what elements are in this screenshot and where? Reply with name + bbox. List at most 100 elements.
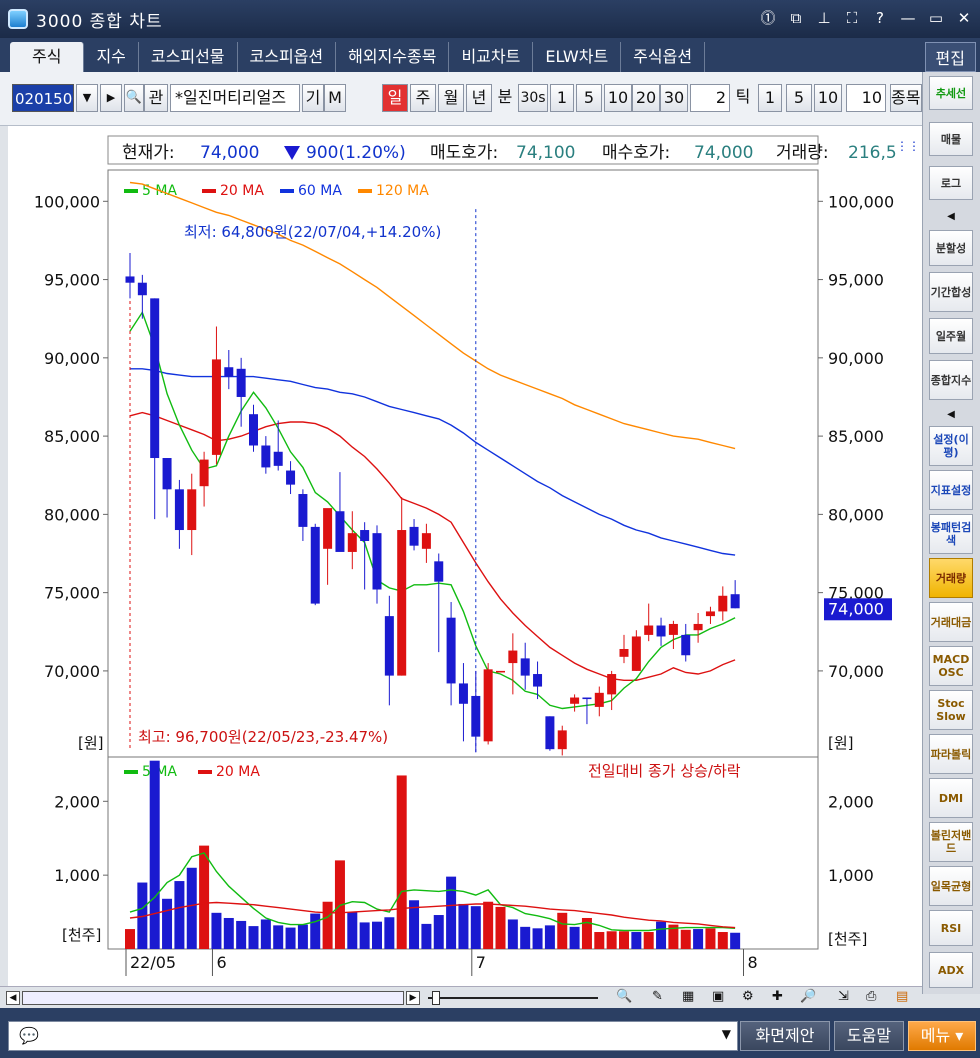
candle-body: [508, 650, 518, 664]
pattern-search-button[interactable]: 봉패턴검색: [929, 514, 973, 554]
zoom-slider-track[interactable]: [428, 997, 598, 999]
zoom-icon[interactable]: 🔍: [616, 989, 632, 1004]
period-day-button[interactable]: 일: [382, 84, 408, 112]
volume-tick-label-left: 1,000: [54, 866, 100, 885]
volume-tick-label-right: 1,000: [828, 866, 874, 885]
bollinger-button[interactable]: 볼린저밴드: [929, 822, 973, 862]
tool-grid-icon[interactable]: ▦: [682, 989, 694, 1004]
tick-1-button[interactable]: 1: [758, 84, 782, 112]
trendline-button[interactable]: 추세선: [929, 76, 973, 110]
stoc-slow-button[interactable]: Stoc Slow: [929, 690, 973, 730]
tick-10-button[interactable]: 10: [814, 84, 842, 112]
m-button[interactable]: M: [324, 84, 346, 112]
menu-button[interactable]: 메뉴 ▾: [908, 1021, 976, 1051]
minute-1-button[interactable]: 1: [550, 84, 574, 112]
zoom-slider-handle[interactable]: [432, 991, 440, 1005]
tab-kospi-futures[interactable]: 코스피선물: [139, 42, 238, 72]
candle-body: [656, 625, 666, 637]
pin-icon[interactable]: ⊥: [814, 8, 834, 28]
code-dropdown-icon[interactable]: ▼: [76, 84, 98, 112]
help-icon[interactable]: ?: [870, 8, 890, 28]
dmi-button[interactable]: DMI: [929, 778, 973, 818]
collapse-left-icon[interactable]: ◀: [929, 208, 973, 224]
tool-print-icon[interactable]: ⎙: [866, 989, 876, 1004]
scroll-thumb[interactable]: [22, 991, 404, 1005]
tool-export-icon[interactable]: ⇲: [838, 989, 849, 1004]
gi-button[interactable]: 기: [302, 84, 324, 112]
candle-body: [347, 533, 357, 552]
split-button[interactable]: 분할성: [929, 230, 973, 266]
search-icon[interactable]: 🔍: [124, 84, 144, 112]
parabolic-button[interactable]: 파라볼릭: [929, 734, 973, 774]
day-week-month-button[interactable]: 일주월: [929, 318, 973, 354]
trade-value-button[interactable]: 거래대금: [929, 602, 973, 642]
minute-10-button[interactable]: 10: [604, 84, 632, 112]
copy-screen-icon[interactable]: ⧉: [786, 8, 806, 28]
candle-body: [360, 530, 370, 541]
log-button[interactable]: 로그: [929, 166, 973, 200]
minute-20-button[interactable]: 20: [632, 84, 660, 112]
tool-image-icon[interactable]: ▣: [712, 989, 724, 1004]
tab-stock-options[interactable]: 주식옵션: [621, 42, 706, 72]
tab-index[interactable]: 지수: [84, 42, 139, 72]
tab-kospi-options[interactable]: 코스피옵션: [238, 42, 337, 72]
tick-5-button[interactable]: 5: [786, 84, 812, 112]
minute-value-input[interactable]: 2: [690, 84, 730, 112]
adx-button[interactable]: ADX: [929, 952, 973, 988]
period-year-button[interactable]: 년: [466, 84, 492, 112]
period-merge-button[interactable]: 기간합성: [929, 272, 973, 312]
tool-settings-icon[interactable]: ⚙: [742, 989, 754, 1004]
period-month-button[interactable]: 월: [438, 84, 464, 112]
period-week-button[interactable]: 주: [410, 84, 436, 112]
message-dropdown-icon[interactable]: ▼: [722, 1027, 731, 1041]
tool-edit-icon[interactable]: ✎: [652, 989, 663, 1004]
help-button[interactable]: 도움말: [834, 1021, 904, 1051]
minute-5-button[interactable]: 5: [576, 84, 602, 112]
sales-volume-button[interactable]: 매물: [929, 122, 973, 156]
screen-number-icon[interactable]: ⓵: [758, 8, 778, 28]
minute-30s-button[interactable]: 30s: [518, 84, 548, 112]
tab-stock[interactable]: 주식: [10, 42, 85, 72]
message-input[interactable]: 💬 ▼: [8, 1021, 738, 1051]
stock-name-field[interactable]: *일진머티리얼즈: [170, 84, 300, 112]
minimize-icon[interactable]: —: [898, 8, 918, 28]
close-icon[interactable]: ✕: [954, 8, 974, 28]
maximize-icon[interactable]: ▭: [926, 8, 946, 28]
stock-code-input[interactable]: 020150: [12, 84, 74, 112]
candle-body: [421, 533, 431, 549]
expand-info-icon[interactable]: ⋮⋮: [896, 139, 920, 153]
tool-crosshair-icon[interactable]: ✚: [772, 989, 783, 1004]
volume-indicator-button[interactable]: 거래량: [929, 558, 973, 598]
tab-compare-chart[interactable]: 비교차트: [449, 42, 534, 72]
screen-suggest-button[interactable]: 화면제안: [740, 1021, 830, 1051]
interest-button[interactable]: 관: [144, 84, 168, 112]
indicator-settings-button[interactable]: 지표설정: [929, 470, 973, 510]
volume-bar: [446, 876, 457, 949]
next-code-icon[interactable]: ▶: [100, 84, 122, 112]
scroll-left-icon[interactable]: ◀: [6, 991, 20, 1005]
candle-body: [397, 530, 407, 676]
volume-bar: [310, 913, 321, 949]
edit-button[interactable]: 편집: [924, 42, 976, 72]
rsi-button[interactable]: RSI: [929, 910, 973, 946]
tab-bar: 주식 지수 코스피선물 코스피옵션 해외지수종목 비교차트 ELW차트 주식옵션…: [0, 38, 980, 72]
scroll-right-icon[interactable]: ▶: [406, 991, 420, 1005]
ma-settings-button[interactable]: 설정(이평): [929, 426, 973, 466]
volume-bar: [396, 775, 407, 949]
macd-osc-button[interactable]: MACD OSC: [929, 646, 973, 686]
fullscreen-icon[interactable]: ⛶: [842, 8, 862, 28]
tool-magnify-icon[interactable]: 🔎: [800, 989, 816, 1004]
tick-value-input[interactable]: 10: [846, 84, 886, 112]
tab-overseas-index[interactable]: 해외지수종목: [336, 42, 450, 72]
volume-bar: [594, 932, 605, 949]
candle-body: [458, 683, 468, 704]
ichimoku-button[interactable]: 일목균형: [929, 866, 973, 906]
composite-index-button[interactable]: 종합지수: [929, 360, 973, 400]
horizontal-scrollbar[interactable]: ◀ ▶ 🔍 ✎ ▦ ▣ ⚙ ✚ 🔎 ⇲ ⎙ ▤: [0, 986, 922, 1008]
item-button[interactable]: 종목: [890, 84, 922, 112]
tab-elw-chart[interactable]: ELW차트: [533, 42, 622, 72]
collapse-left-icon-2[interactable]: ◀: [929, 406, 973, 422]
status-bar: 💬 ▼ 화면제안 도움말 메뉴 ▾: [0, 1008, 980, 1058]
minute-30-button[interactable]: 30: [660, 84, 688, 112]
tool-layout-icon[interactable]: ▤: [896, 989, 908, 1004]
